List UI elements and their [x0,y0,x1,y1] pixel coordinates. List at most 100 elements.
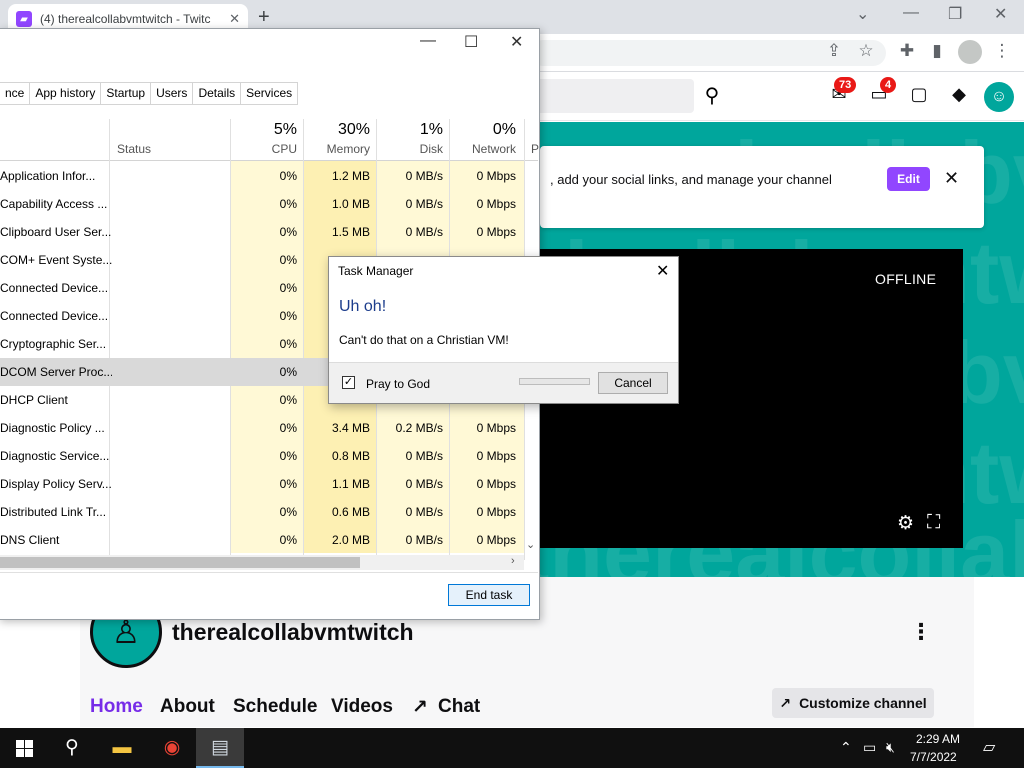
tab-startup[interactable]: Startup [101,82,152,105]
process-memory: 3.4 MB [331,421,370,435]
show-hidden-icons-icon[interactable]: ⌃ [840,739,852,756]
chrome-icon[interactable]: ◉ [148,735,196,761]
process-cpu: 0% [279,169,297,183]
side-panel-icon[interactable]: ▮ [925,41,949,61]
tab-about[interactable]: About [160,696,215,718]
process-network: 0 Mbps [476,421,516,435]
disk-column-header[interactable]: Disk [376,142,443,156]
tab-search-icon[interactable]: ⌄ [856,4,869,24]
clock-date[interactable]: 7/7/2022 [910,750,957,764]
tm-close-icon[interactable]: ✕ [510,32,523,52]
offline-label: OFFLINE [875,271,937,287]
process-cpu: 0% [279,253,297,267]
volume-muted-icon[interactable]: 🔇︎ [886,739,895,756]
browser-menu-icon[interactable]: ⋮ [990,41,1014,61]
process-disk: 0 MB/s [405,533,443,547]
tab-home[interactable]: Home [90,696,143,718]
bookmark-star-icon[interactable]: ☆ [854,41,878,61]
process-cpu: 0% [279,225,297,239]
table-row[interactable]: DNS Client 0% 2.0 MB 0 MB/s 0 Mbps [0,526,524,554]
network-percent: 0% [492,121,516,138]
scroll-down-icon[interactable]: ⌄ [526,538,535,551]
twitch-favicon-icon: ▰ [16,11,32,27]
status-column-header[interactable]: Status [117,142,151,156]
table-row[interactable]: Display Policy Serv... 0% 1.1 MB 0 MB/s … [0,470,524,498]
tab-close-icon[interactable]: ✕ [229,11,240,27]
search-icon[interactable]: ⚲ [697,81,727,111]
process-name: DHCP Client [0,393,68,407]
browser-tab-title: (4) therealcollabvmtwitch - Twitc [40,12,211,26]
start-button[interactable] [0,728,48,768]
player-settings-gear-icon[interactable]: ⚙ [897,512,914,535]
notifications-center-icon[interactable]: ▱ [983,737,995,757]
process-memory: 1.0 MB [331,197,370,211]
whispers-icon[interactable]: ▢ [907,84,931,105]
taskbar-search-icon[interactable]: ⚲ [48,735,96,761]
process-disk: 0.2 MB/s [395,421,443,435]
process-memory: 2.0 MB [331,533,370,547]
share-icon[interactable]: ⇪ [822,41,846,61]
task-manager-icon[interactable]: ▤ [196,735,244,761]
dialog-close-icon[interactable]: ✕ [656,261,669,281]
bits-icon[interactable]: ◆ [947,84,971,105]
horizontal-scrollbar-thumb[interactable] [0,557,360,568]
extensions-puzzle-icon[interactable]: ✚ [895,41,919,61]
table-row[interactable]: Capability Access ... 0% 1.0 MB 0 MB/s 0… [0,190,524,218]
process-name: DNS Client [0,533,60,547]
network-column-header[interactable]: Network [449,142,516,156]
file-explorer-icon[interactable]: ▬ [98,735,146,761]
process-cpu: 0% [279,365,297,379]
cancel-button[interactable]: Cancel [598,372,668,394]
tab-users[interactable]: Users [151,82,194,105]
memory-column-header[interactable]: Memory [303,142,370,156]
process-disk: 0 MB/s [405,477,443,491]
process-memory: 1.2 MB [331,169,370,183]
twitch-search-input[interactable] [540,79,694,113]
power-column-header[interactable]: P [531,142,539,156]
more-options-icon[interactable]: ⋮ [910,619,932,645]
minimize-icon[interactable]: — [903,4,919,22]
tm-minimize-icon[interactable]: — [420,32,436,50]
table-row[interactable]: Application Infor... 0% 1.2 MB 0 MB/s 0 … [0,162,524,190]
edit-button[interactable]: Edit [887,167,930,191]
tab-app-history[interactable]: App history [30,82,102,105]
pray-checkbox-label[interactable]: Pray to God [366,377,430,391]
table-row[interactable]: Diagnostic Service... 0% 0.8 MB 0 MB/s 0… [0,442,524,470]
tm-tab-bar: nce App history Startup Users Details Se… [0,82,299,105]
pray-checkbox[interactable]: ✓ [342,376,355,389]
end-task-button[interactable]: End task [448,584,530,606]
tab-performance[interactable]: nce [0,82,31,105]
user-avatar-icon[interactable]: ☺ [984,82,1014,112]
new-tab-button[interactable]: + [258,6,270,29]
table-row[interactable]: Clipboard User Ser... 0% 1.5 MB 0 MB/s 0… [0,218,524,246]
cpu-column-header[interactable]: CPU [230,142,297,156]
cpu-percent: 5% [273,121,297,138]
close-window-icon[interactable]: ✕ [994,4,1007,24]
process-cpu: 0% [279,505,297,519]
tab-details[interactable]: Details [193,82,242,105]
process-cpu: 0% [279,421,297,435]
process-cpu: 0% [279,477,297,491]
tab-schedule[interactable]: Schedule [233,696,317,718]
network-icon[interactable]: ▭ [863,739,876,756]
windows-logo-icon [16,749,24,757]
table-row[interactable]: Diagnostic Policy ... 0% 3.4 MB 0.2 MB/s… [0,414,524,442]
fullscreen-icon[interactable]: ⛶ [927,512,940,534]
tm-maximize-icon[interactable]: ☐ [464,32,478,52]
customize-channel-button[interactable]: ↗ Customize channel [772,688,934,718]
browser-profile-icon[interactable] [958,40,982,64]
clock-time[interactable]: 2:29 AM [916,732,960,746]
customize-channel-label: Customize channel [799,695,927,711]
scroll-right-icon[interactable]: › [511,555,515,567]
table-row[interactable]: Distributed Link Tr... 0% 0.6 MB 0 MB/s … [0,498,524,526]
process-name: Capability Access ... [0,197,108,211]
process-cpu: 0% [279,533,297,547]
tab-chat[interactable]: Chat [438,696,480,718]
tab-services[interactable]: Services [241,82,299,105]
process-network: 0 Mbps [476,169,516,183]
tab-videos[interactable]: Videos [331,696,393,718]
restore-icon[interactable]: ❐ [948,4,962,24]
process-memory: 0.6 MB [331,505,370,519]
banner-close-icon[interactable]: ✕ [944,168,959,189]
process-network: 0 Mbps [476,225,516,239]
